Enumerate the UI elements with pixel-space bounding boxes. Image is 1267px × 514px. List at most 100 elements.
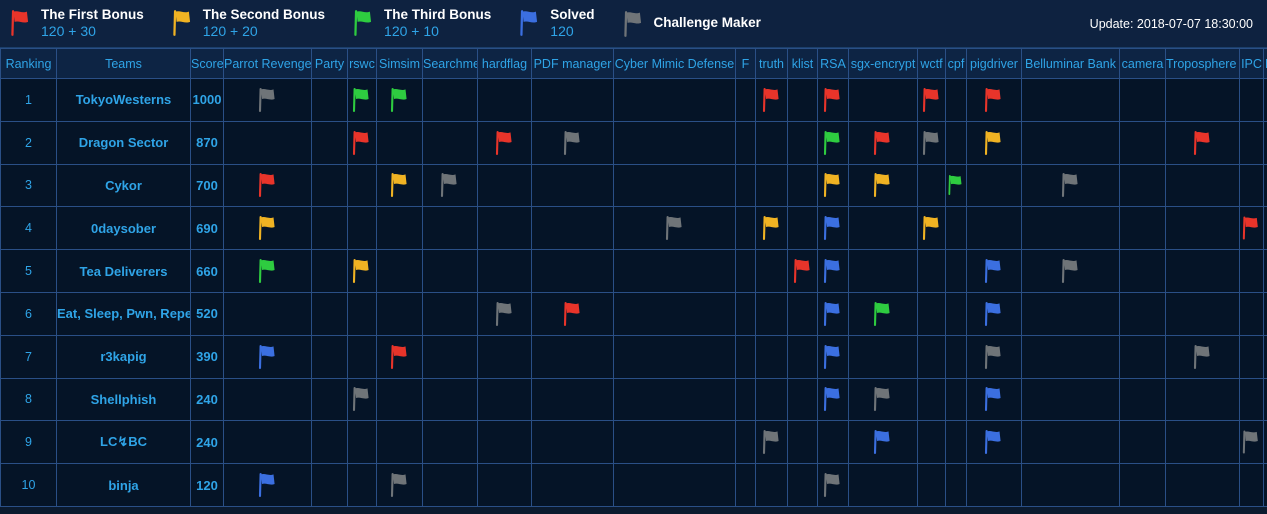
flag-cell-content — [968, 251, 1021, 292]
flag-icon — [1061, 173, 1078, 198]
column-header-cpf[interactable]: cpf — [945, 48, 967, 79]
flag-cell-content — [757, 79, 787, 120]
challenge-cell — [1263, 120, 1267, 165]
team-name-cell[interactable]: TokyoWesterns — [56, 78, 191, 122]
flag-icon — [665, 216, 682, 241]
team-name-cell[interactable]: Dragon Sector — [56, 120, 191, 165]
column-header-score[interactable]: Score — [190, 48, 224, 79]
flag-icon — [8, 8, 34, 38]
challenge-cell — [1239, 206, 1264, 251]
scoreboard-body: 1 TokyoWesterns 1000 2 Dragon Sector 870 3 Cyko… — [0, 78, 1267, 507]
legend-label: The First Bonus — [41, 6, 144, 22]
flag-icon — [352, 259, 369, 284]
flag-cell-content — [225, 79, 311, 120]
challenge-cell — [787, 334, 818, 379]
challenge-cell — [848, 420, 918, 465]
column-header-sgx-encrypt[interactable]: sgx-encrypt — [848, 48, 918, 79]
flag-icon — [390, 173, 407, 198]
column-header-ranking[interactable]: Ranking — [0, 48, 57, 79]
team-name-cell[interactable]: LC↯BC — [56, 420, 191, 465]
challenge-cell — [735, 249, 756, 293]
challenge-cell — [1021, 291, 1120, 336]
challenge-cell — [1263, 291, 1267, 336]
flag-cell-content — [349, 379, 376, 420]
rank-cell: 6 — [0, 291, 57, 336]
column-header-rswc[interactable]: rswc — [347, 48, 377, 79]
flag-cell-content — [968, 379, 1021, 420]
challenge-cell — [848, 291, 918, 336]
team-name-cell[interactable]: Cykor — [56, 163, 191, 208]
column-header-camera[interactable]: camera — [1119, 48, 1166, 79]
challenge-cell — [223, 120, 312, 165]
flag-cell-content — [378, 165, 422, 206]
flag-icon — [563, 301, 580, 326]
team-name-cell[interactable]: Tea Deliverers — [56, 249, 191, 293]
flag-cell-content — [1167, 122, 1239, 163]
challenge-cell — [311, 334, 348, 379]
challenge-cell — [531, 78, 614, 122]
flag-cell-content — [225, 336, 311, 377]
challenge-cell — [917, 206, 946, 251]
flag-icon — [173, 10, 190, 37]
challenge-cell — [817, 206, 849, 251]
flag-icon — [352, 130, 369, 155]
column-header-teams[interactable]: Teams — [56, 48, 191, 79]
scoreboard-header: Ranking Teams Score Parrot Revenge Party rswc… — [0, 48, 1267, 79]
column-header-parrot-revenge[interactable]: Parrot Revenge — [223, 48, 312, 79]
challenge-cell — [477, 120, 532, 165]
challenge-cell — [1119, 206, 1166, 251]
challenge-cell — [848, 377, 918, 422]
column-header-kasten[interactable]: Kasten — [1263, 48, 1267, 79]
column-header-truth[interactable]: truth — [755, 48, 788, 79]
flag-icon — [354, 10, 372, 37]
column-header-troposphere-6[interactable]: Troposphere 6 — [1165, 48, 1240, 79]
column-header-f[interactable]: F — [735, 48, 756, 79]
challenge-cell — [917, 291, 946, 336]
table-row: 5 Tea Deliverers 660 — [0, 249, 1267, 293]
flag-cell-content — [533, 293, 613, 334]
challenge-cell — [347, 163, 377, 208]
column-header-searchme[interactable]: Searchme — [422, 48, 478, 79]
team-name-cell[interactable]: 0daysober — [56, 206, 191, 251]
rank-cell: 10 — [0, 463, 57, 507]
flag-cell-content — [757, 208, 787, 249]
challenge-cell — [376, 420, 423, 465]
column-header-rsa[interactable]: RSA — [817, 48, 849, 79]
flag-icon — [258, 344, 275, 369]
team-name-cell[interactable]: Shellphish — [56, 377, 191, 422]
flag-icon — [922, 87, 939, 112]
column-header-pigdriver[interactable]: pigdriver — [966, 48, 1022, 79]
challenge-cell — [477, 249, 532, 293]
column-header-hardflag[interactable]: hardflag — [477, 48, 532, 79]
flag-icon — [873, 130, 890, 155]
challenge-cell — [613, 334, 736, 379]
rank-cell: 7 — [0, 334, 57, 379]
challenge-cell — [422, 206, 478, 251]
challenge-cell — [613, 249, 736, 293]
column-header-klist[interactable]: klist — [787, 48, 818, 79]
team-name-cell[interactable]: r3kapig — [56, 334, 191, 379]
rank-cell: 2 — [0, 120, 57, 165]
column-header-belluminar-bank[interactable]: Belluminar Bank — [1021, 48, 1120, 79]
score-cell: 240 — [190, 377, 224, 422]
column-header-pdf-manager[interactable]: PDF manager — [531, 48, 614, 79]
column-header-ipc[interactable]: IPC — [1239, 48, 1264, 79]
challenge-cell — [531, 334, 614, 379]
column-header-cyber-mimic-defense[interactable]: Cyber Mimic Defense — [613, 48, 736, 79]
team-name-cell[interactable]: Eat, Sleep, Pwn, Repeat — [56, 291, 191, 336]
challenge-cell — [735, 163, 756, 208]
column-header-wctf[interactable]: wctf — [917, 48, 946, 79]
challenge-cell — [347, 120, 377, 165]
challenge-cell — [1263, 206, 1267, 251]
challenge-cell — [223, 463, 312, 507]
column-header-party[interactable]: Party — [311, 48, 348, 79]
flag-icon — [1242, 216, 1258, 240]
column-header-simsim[interactable]: Simsim — [376, 48, 423, 79]
challenge-cell — [422, 334, 478, 379]
flag-cell-content — [968, 79, 1021, 120]
flag-cell-content — [378, 336, 422, 377]
team-name-cell[interactable]: binja — [56, 463, 191, 507]
challenge-cell — [817, 463, 849, 507]
rank-cell: 9 — [0, 420, 57, 465]
challenge-cell — [422, 249, 478, 293]
